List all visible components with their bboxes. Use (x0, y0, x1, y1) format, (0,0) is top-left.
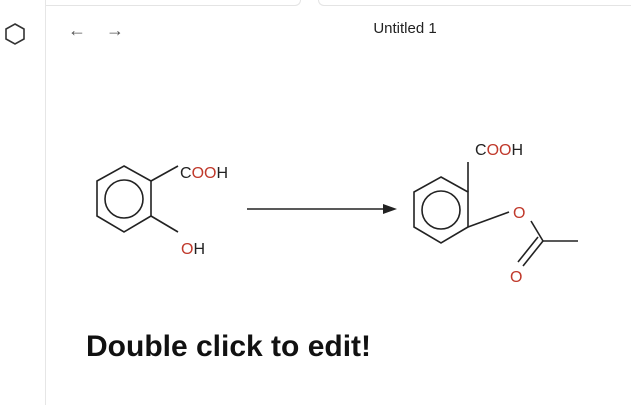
product-bond-carbonyl-2 (517, 236, 539, 263)
product-carbonyl-oxygen-label[interactable]: O (510, 269, 522, 286)
product-aromatic-circle (421, 190, 461, 230)
reactant-bond-hydroxyl (150, 215, 179, 233)
edit-hint-text[interactable]: Double click to edit! (86, 330, 371, 364)
product-carboxyl-label[interactable]: COOH (475, 142, 523, 159)
reactant-aromatic-circle (104, 179, 144, 219)
reactant-molecule[interactable] (96, 165, 179, 233)
reactant-bond-carboxyl (150, 165, 179, 182)
product-bond-ester-o (467, 211, 510, 228)
reactant-carboxyl-label[interactable]: COOH (180, 165, 228, 182)
product-ester-oxygen-label[interactable]: O (513, 205, 525, 222)
reactant-hydroxyl-label[interactable]: OH (181, 241, 205, 258)
reaction-arrow[interactable] (247, 204, 397, 214)
product-bond-carbonyl-1 (522, 240, 544, 267)
product-molecule[interactable] (413, 162, 578, 267)
